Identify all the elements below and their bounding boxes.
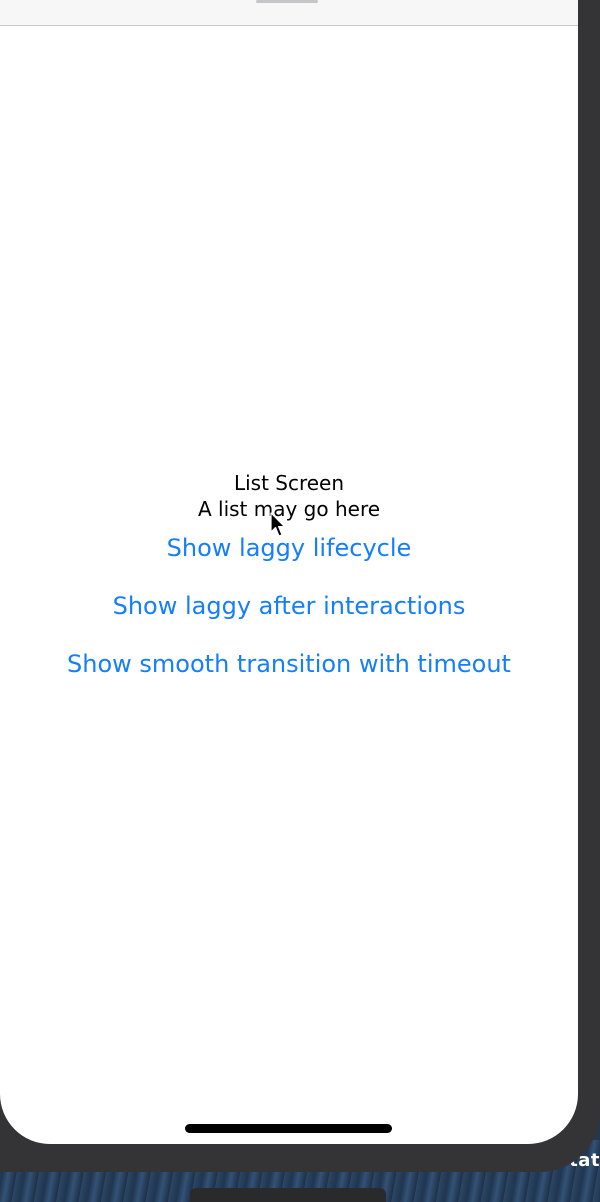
list-screen-content: List Screen A list may go here Show lagg… [0,470,578,684]
screen-title: List Screen [233,471,345,495]
dock-edge [190,1188,386,1202]
navigation-title [256,0,318,3]
home-indicator[interactable] [185,1124,392,1133]
simulator-device-frame: List Screen A list may go here Show lagg… [0,0,600,1172]
show-laggy-after-interactions-button[interactable]: Show laggy after interactions [113,586,466,626]
app-screen: List Screen A list may go here Show lagg… [0,0,578,1144]
mouse-pointer-icon [270,512,286,537]
navigation-bar [0,0,578,26]
screen-subtitle: A list may go here [197,497,381,521]
show-smooth-transition-button[interactable]: Show smooth transition with timeout [67,644,511,684]
show-laggy-lifecycle-button[interactable]: Show laggy lifecycle [167,528,412,568]
